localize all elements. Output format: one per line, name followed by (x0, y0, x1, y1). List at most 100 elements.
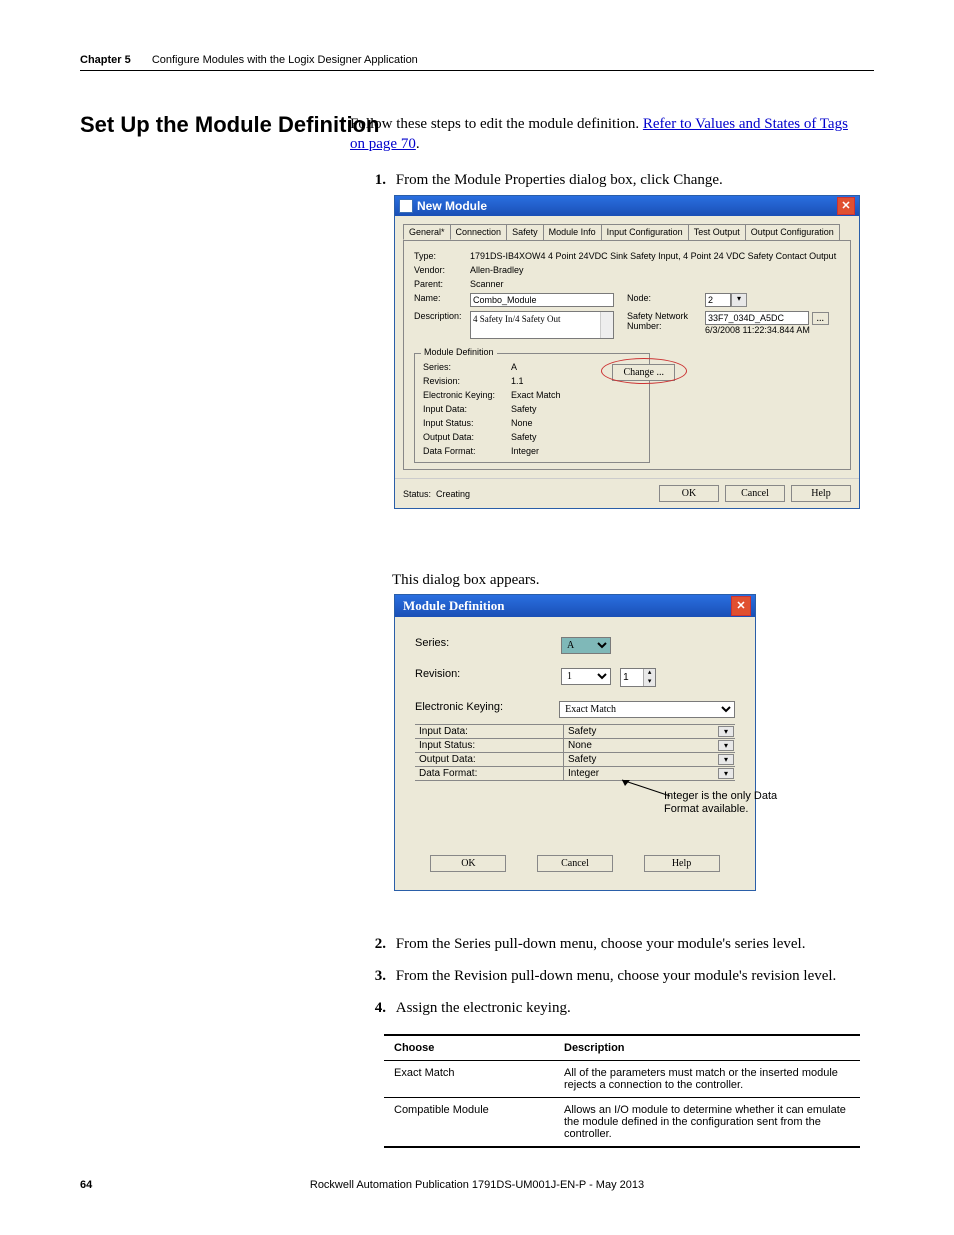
md-ek-value: Exact Match (511, 390, 561, 400)
snn-more-button[interactable]: ... (812, 312, 830, 325)
change-button[interactable]: Change ... (612, 364, 675, 381)
parent-label: Parent: (414, 279, 470, 289)
help-button[interactable]: Help (791, 485, 851, 502)
step-3-num: 3. (368, 968, 386, 985)
ok-button[interactable]: OK (430, 855, 506, 872)
series-label: Series: (415, 637, 561, 654)
tab-general[interactable]: General* (403, 224, 451, 240)
step-2-num: 2. (368, 936, 386, 953)
ok-button[interactable]: OK (659, 485, 719, 502)
chapter-title: Configure Modules with the Logix Designe… (152, 54, 418, 66)
inputstatus-cell[interactable]: None▾ (564, 739, 736, 753)
intro-lead: Follow these steps to edit the module de… (350, 116, 643, 132)
ek-th-choose: Choose (384, 1035, 554, 1061)
step-4-num: 4. (368, 1000, 386, 1017)
md-inputdata-value: Safety (511, 404, 537, 414)
md-dataformat-value: Integer (511, 446, 539, 456)
md-outputdata-value: Safety (511, 432, 537, 442)
vendor-value: Allen-Bradley (470, 265, 524, 275)
close-icon[interactable]: ✕ (837, 197, 855, 215)
moddef-grid: Input Data:Safety▾ Input Status:None▾ Ou… (415, 724, 735, 781)
md-inputstatus-value: None (511, 418, 533, 428)
module-definition-group: Module Definition Series:A Revision:1.1 … (414, 353, 650, 463)
close-icon[interactable]: ✕ (731, 596, 751, 616)
ek-row1-desc: Allows an I/O module to determine whethe… (554, 1098, 860, 1148)
callout-text: Integer is the only Data Format availabl… (664, 790, 804, 816)
status-value: Creating (436, 489, 470, 499)
description-label: Description: (414, 311, 470, 321)
ek-row1-choose: Compatible Module (384, 1098, 554, 1148)
outputdata-label: Output Data: (415, 753, 564, 767)
tab-test-output[interactable]: Test Output (688, 224, 746, 240)
inputstatus-label: Input Status: (415, 739, 564, 753)
page-number: 64 (80, 1179, 92, 1191)
description-value: 4 Safety In/4 Safety Out (473, 314, 560, 324)
type-label: Type: (414, 251, 470, 261)
series-select[interactable]: A (561, 637, 611, 654)
md-inputstatus-label: Input Status: (423, 418, 511, 428)
step-2-text: From the Series pull-down menu, choose y… (396, 936, 806, 952)
new-module-dialog: New Module ✕ General* Connection Safety … (394, 195, 860, 509)
md-ek-label: Electronic Keying: (423, 390, 511, 400)
md-revision-value: 1.1 (511, 376, 524, 386)
ek-row0-choose: Exact Match (384, 1061, 554, 1098)
md-dataformat-label: Data Format: (423, 446, 511, 456)
md-series-label: Series: (423, 362, 511, 372)
description-input[interactable]: 4 Safety In/4 Safety Out (470, 311, 614, 339)
status-label: Status: (403, 489, 431, 499)
step-4-text: Assign the electronic keying. (396, 1000, 571, 1016)
dataformat-cell[interactable]: Integer▾ (564, 767, 736, 781)
parent-value: Scanner (470, 279, 504, 289)
publication-id: Rockwell Automation Publication 1791DS-U… (310, 1179, 644, 1191)
module-definition-group-label: Module Definition (421, 347, 497, 357)
cancel-button[interactable]: Cancel (725, 485, 785, 502)
tab-input-conf[interactable]: Input Configuration (601, 224, 689, 240)
tab-safety[interactable]: Safety (506, 224, 544, 240)
cancel-button[interactable]: Cancel (537, 855, 613, 872)
tab-strip: General* Connection Safety Module Info I… (403, 224, 851, 240)
new-module-titlebar: New Module ✕ (395, 196, 859, 216)
md-inputdata-label: Input Data: (423, 404, 511, 414)
name-input[interactable]: Combo_Module (470, 293, 614, 307)
tab-connection[interactable]: Connection (450, 224, 508, 240)
new-module-title: New Module (417, 199, 487, 213)
md-outputdata-label: Output Data: (423, 432, 511, 442)
app-icon (399, 199, 413, 213)
step-1: 1. From the Module Properties dialog box… (368, 172, 723, 189)
ek-select[interactable]: Exact Match (559, 701, 735, 718)
vendor-label: Vendor: (414, 265, 470, 275)
moddef-titlebar: Module Definition ✕ (395, 595, 755, 617)
inputdata-cell[interactable]: Safety▾ (564, 725, 736, 739)
intro-period: . (416, 136, 420, 152)
tab-output-conf[interactable]: Output Configuration (745, 224, 840, 240)
tab-module-info[interactable]: Module Info (543, 224, 602, 240)
outputdata-cell[interactable]: Safety▾ (564, 753, 736, 767)
snn-time: 6/3/2008 11:22:34.844 AM (705, 325, 810, 335)
revision-label: Revision: (415, 668, 561, 687)
status-row: Status: Creating OK Cancel Help (395, 478, 859, 508)
step-1-text: From the Module Properties dialog box, c… (396, 172, 723, 188)
node-select[interactable]: 2▾ (705, 293, 747, 307)
md-series-value: A (511, 362, 517, 372)
type-value: 1791DS-IB4XOW4 4 Point 24VDC Sink Safety… (470, 251, 836, 261)
module-definition-dialog: Module Definition ✕ Series: A Revision: … (394, 594, 756, 891)
section-heading: Set Up the Module Definition (80, 112, 379, 138)
name-label: Name: (414, 293, 470, 307)
step-3-text: From the Revision pull-down menu, choose… (396, 968, 837, 984)
revision-minor-spinner[interactable]: ▴▾ (620, 668, 656, 687)
moddef-title: Module Definition (403, 598, 504, 614)
scrollbar[interactable] (600, 312, 613, 338)
ek-label: Electronic Keying: (415, 701, 559, 718)
md-revision-label: Revision: (423, 376, 511, 386)
dialog-appears-text: This dialog box appears. (392, 572, 539, 589)
snn-input[interactable]: 33F7_034D_A5DC (705, 311, 809, 325)
page-header: Chapter 5 Configure Modules with the Log… (80, 54, 874, 71)
snn-label: Safety Network Number: (627, 311, 705, 331)
step-3: 3. From the Revision pull-down menu, cho… (368, 968, 836, 985)
step-4: 4. Assign the electronic keying. (368, 1000, 571, 1017)
revision-major-select[interactable]: 1 (561, 668, 611, 685)
general-panel: Type:1791DS-IB4XOW4 4 Point 24VDC Sink S… (403, 240, 851, 470)
inputdata-label: Input Data: (415, 725, 564, 739)
ek-th-desc: Description (554, 1035, 860, 1061)
help-button[interactable]: Help (644, 855, 720, 872)
